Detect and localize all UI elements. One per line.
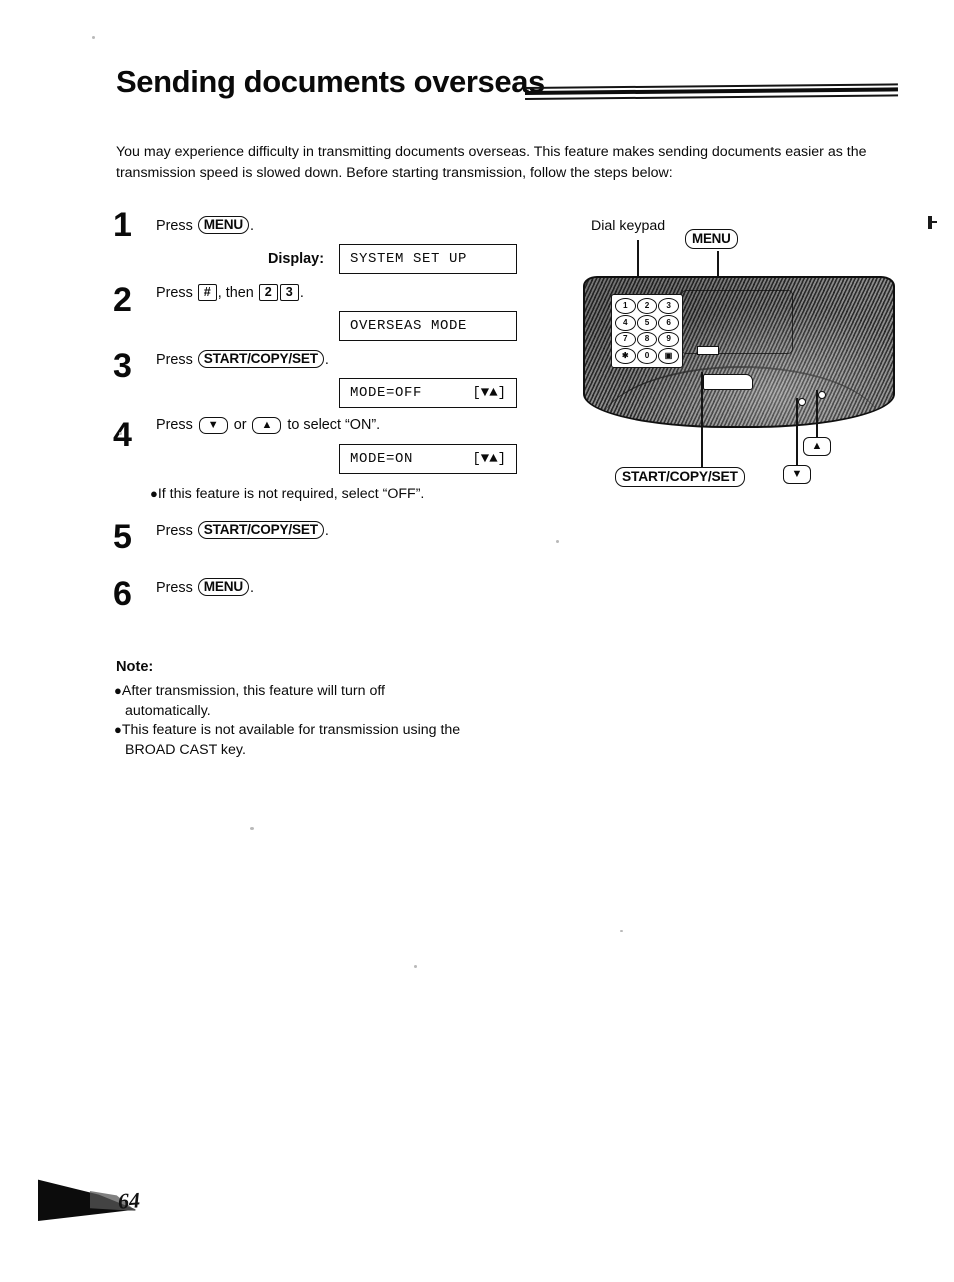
start-copy-set-key-label-5[interactable]: START/COPY/SET	[197, 521, 324, 539]
start-copy-set-key-label-3[interactable]: START/COPY/SET	[197, 350, 324, 368]
keypad-key-3[interactable]: 3	[658, 298, 679, 314]
start-copy-set-button-on-unit[interactable]	[703, 374, 753, 390]
keypad-key-4[interactable]: 4	[615, 314, 636, 331]
note-item-1-line1: After transmission, this feature will tu…	[121, 683, 385, 699]
hash-key-label[interactable]: #	[197, 284, 217, 301]
period-2: .	[299, 285, 304, 301]
page-number: 64	[117, 1187, 141, 1214]
bullet-dot-icon: ●	[114, 683, 122, 698]
scan-speck	[250, 827, 254, 830]
display-label: Display:	[268, 251, 324, 267]
scan-speck	[119, 432, 122, 435]
lcd-display-3: MODE=OFF [▼▲]	[339, 378, 517, 408]
note-heading: Note:	[116, 659, 154, 675]
scan-speck	[556, 540, 559, 543]
bullet-dot-icon: ●	[114, 722, 122, 737]
note-item-1: ●After transmission, this feature will t…	[114, 681, 544, 721]
keypad-key-star[interactable]: ✱	[615, 348, 636, 364]
scan-speck	[620, 930, 623, 932]
note-item-2: ●This feature is not available for trans…	[114, 720, 544, 760]
step-number-1: 1	[113, 206, 132, 244]
arrow-up-callout-key: ▲	[803, 437, 831, 456]
digit-key-2-label[interactable]: 2	[258, 284, 278, 301]
scan-speck	[414, 965, 417, 968]
intro-paragraph: You may experience difficulty in transmi…	[116, 144, 867, 181]
note-item-1-line2: automatically.	[125, 702, 211, 719]
step-number-6: 6	[113, 575, 132, 613]
period-1: .	[250, 218, 255, 234]
step-number-5: 5	[113, 518, 132, 556]
keypad-key-7[interactable]: 7	[615, 331, 636, 348]
arrow-down-leader-line	[796, 398, 798, 466]
arrow-up-key-label[interactable]: ▲	[252, 417, 282, 434]
or-word-4: or	[233, 417, 247, 433]
keypad-key-hash[interactable]: ▣	[658, 348, 679, 364]
step-instruction-2: Press #, then 23.	[156, 283, 304, 303]
step-4-bullet-text: If this feature is not required, select …	[157, 486, 425, 502]
title-underline-rule	[524, 82, 899, 102]
press-word-6: Press	[156, 580, 193, 596]
then-word-2: , then	[217, 285, 254, 301]
lcd-text-2: OVERSEAS MODE	[350, 318, 468, 334]
period-3: .	[324, 352, 329, 368]
dial-keypad-leader-line	[637, 240, 639, 280]
arrow-down-key-label[interactable]: ▼	[198, 417, 228, 434]
step-number-4: 4	[113, 416, 132, 454]
press-word-1: Press	[156, 218, 193, 234]
digit-key-3-label[interactable]: 3	[279, 284, 299, 301]
step-number-2: 2	[113, 281, 132, 319]
keypad-key-0[interactable]: 0	[636, 348, 658, 364]
note-item-2-line2: BROAD CAST key.	[125, 741, 246, 758]
menu-callout-label: MENU	[685, 229, 738, 249]
lcd-text-1: SYSTEM SET UP	[350, 251, 468, 267]
arrow-up-button-on-unit[interactable]	[818, 391, 826, 399]
step-instruction-4: Press ▼ or ▲ to select “ON”.	[156, 415, 380, 435]
bullet-dot-icon: ●	[150, 486, 158, 501]
keypad-key-1[interactable]: 1	[615, 298, 636, 314]
dial-keypad[interactable]: 1 2 3 4 5 6 7 8 9 ✱ 0 ▣	[611, 294, 683, 368]
period-6: .	[250, 580, 255, 596]
keypad-key-2[interactable]: 2	[636, 298, 658, 314]
keypad-key-9[interactable]: 9	[658, 331, 679, 348]
arrow-up-leader-line	[816, 390, 818, 440]
scan-speck	[92, 36, 95, 39]
note-item-2-line1: This feature is not available for transm…	[121, 722, 461, 738]
fax-machine-body: 1 2 3 4 5 6 7 8 9 ✱ 0 ▣	[583, 276, 895, 428]
step-4-bullet: ●If this feature is not required, select…	[150, 484, 424, 504]
lcd-right-3: [▼▲]	[472, 385, 506, 401]
press-word-5: Press	[156, 523, 193, 539]
lcd-text-4: MODE=ON	[350, 451, 414, 467]
keypad-key-6[interactable]: 6	[658, 314, 679, 331]
scan-artifact-mark	[928, 216, 937, 229]
step-number-3: 3	[113, 347, 132, 385]
arrow-down-callout-key: ▼	[783, 465, 811, 484]
step-instruction-5: Press START/COPY/SET.	[156, 521, 329, 541]
step-instruction-1: Press MENU.	[156, 216, 254, 236]
select-on-text: to select “ON”.	[287, 417, 381, 433]
lcd-right-4: [▼▲]	[472, 451, 506, 467]
press-word-4: Press	[156, 417, 193, 433]
step-instruction-6: Press MENU.	[156, 578, 254, 598]
fax-control-panel-area	[681, 290, 793, 354]
period-5: .	[324, 523, 329, 539]
menu-button-on-unit[interactable]	[697, 346, 719, 355]
lcd-display-2: OVERSEAS MODE	[339, 311, 517, 341]
lcd-text-3: MODE=OFF	[350, 385, 423, 401]
start-copy-set-callout-label: START/COPY/SET	[615, 467, 745, 487]
step-instruction-3: Press START/COPY/SET.	[156, 350, 329, 370]
arrow-down-button-on-unit[interactable]	[798, 398, 806, 406]
menu-key-label-6[interactable]: MENU	[197, 578, 250, 596]
menu-key-label[interactable]: MENU	[197, 216, 250, 234]
keypad-key-8[interactable]: 8	[636, 331, 658, 348]
lcd-display-4: MODE=ON [▼▲]	[339, 444, 517, 474]
press-word-2: Press	[156, 285, 193, 301]
lcd-display-1: SYSTEM SET UP	[339, 244, 517, 274]
fax-machine-diagram: Dial keypad MENU 1 2 3 4 5 6 7 8 9 ✱ 0 ▣…	[575, 218, 905, 508]
dial-keypad-callout-label: Dial keypad	[591, 218, 666, 234]
page-title: Sending documents overseas	[116, 64, 545, 99]
keypad-key-5[interactable]: 5	[636, 314, 658, 331]
press-word-3: Press	[156, 352, 193, 368]
